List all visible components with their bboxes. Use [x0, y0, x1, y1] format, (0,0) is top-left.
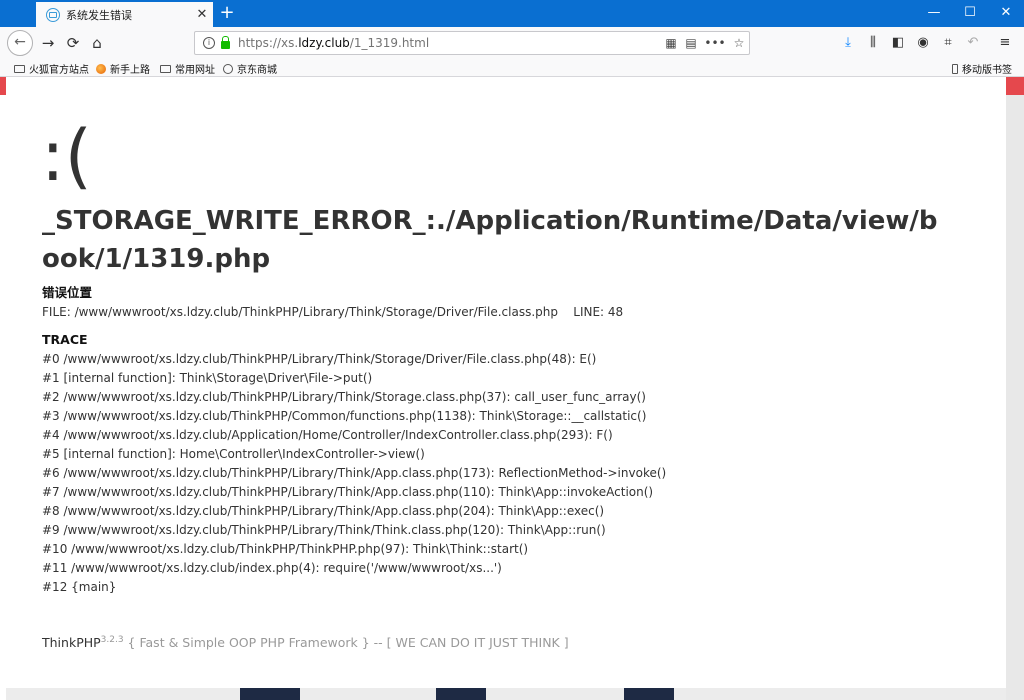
- info-icon[interactable]: i: [203, 37, 215, 49]
- sidebar-icon[interactable]: ◧: [889, 34, 907, 52]
- bookmark-star-icon[interactable]: ☆: [729, 36, 749, 50]
- error-location-section: 错误位置 FILE: /www/wwwroot/xs.ldzy.club/Thi…: [42, 283, 623, 322]
- maximize-button[interactable]: ☐: [952, 0, 988, 27]
- bookmark-item-firefox-official[interactable]: 火狐官方站点: [14, 61, 89, 76]
- account-icon[interactable]: ◉: [914, 34, 932, 52]
- firefox-icon: [96, 63, 106, 74]
- trace-line: #3 /www/wwwroot/xs.ldzy.club/ThinkPHP/Co…: [42, 409, 647, 423]
- trace-line: #1 [internal function]: Think\Storage\Dr…: [42, 371, 373, 385]
- mobile-bookmarks[interactable]: 移动版书签: [952, 61, 1012, 76]
- bookmark-item-getting-started[interactable]: 新手上路: [96, 61, 150, 76]
- thinkphp-link[interactable]: ThinkPHP: [42, 635, 101, 650]
- background-window-strip: [6, 688, 1006, 700]
- qr-code-icon[interactable]: ▦: [661, 36, 681, 50]
- trace-line: #2 /www/wwwroot/xs.ldzy.club/ThinkPHP/Li…: [42, 390, 646, 404]
- globe-icon: [223, 63, 233, 74]
- minimize-button[interactable]: —: [916, 0, 952, 27]
- library-icon[interactable]: ⫼: [864, 34, 882, 52]
- bookmark-item-common-sites[interactable]: 常用网址: [160, 61, 215, 76]
- page-content: :( _STORAGE_WRITE_ERROR_:./Application/R…: [6, 77, 1006, 688]
- trace-line: #5 [internal function]: Home\Controller\…: [42, 447, 425, 461]
- background-tile: [624, 688, 674, 700]
- mobile-icon: [952, 63, 958, 74]
- download-icon[interactable]: ⤓: [839, 34, 857, 52]
- close-window-button[interactable]: ✕: [988, 0, 1024, 27]
- folder-icon: [14, 64, 25, 73]
- file-line: FILE: /www/wwwroot/xs.ldzy.club/ThinkPHP…: [42, 305, 624, 319]
- sad-face: :(: [41, 115, 92, 197]
- bookmark-item-jd[interactable]: 京东商城: [223, 61, 277, 76]
- lock-icon: [221, 35, 230, 49]
- navigation-toolbar: ← → ⟳ ⌂ i https://xs.ldzy.club/1_1319.ht…: [0, 27, 1024, 59]
- tab-close-icon[interactable]: ✕: [191, 7, 213, 22]
- trace-line: #8 /www/wwwroot/xs.ldzy.club/ThinkPHP/Li…: [42, 504, 605, 518]
- trace-heading: TRACE: [42, 332, 88, 347]
- page-actions-icon[interactable]: •••: [701, 36, 729, 50]
- forward-button[interactable]: →: [36, 31, 60, 55]
- menu-icon[interactable]: ≡: [996, 34, 1014, 52]
- right-edge-accent: [1006, 77, 1024, 95]
- trace-line: #9 /www/wwwroot/xs.ldzy.club/ThinkPHP/Li…: [42, 523, 606, 537]
- tab-title: 系统发生错误: [66, 8, 132, 22]
- url-text[interactable]: https://xs.ldzy.club/1_1319.html: [238, 36, 661, 50]
- location-heading: 错误位置: [42, 285, 93, 300]
- url-bar[interactable]: i https://xs.ldzy.club/1_1319.html ▦ ▤ •…: [194, 31, 750, 55]
- tab-active[interactable]: 系统发生错误 ✕: [36, 2, 213, 27]
- site-favicon-icon: [46, 7, 60, 22]
- trace-section: TRACE #0 /www/wwwroot/xs.ldzy.club/Think…: [42, 330, 666, 597]
- trace-line: #6 /www/wwwroot/xs.ldzy.club/ThinkPHP/Li…: [42, 466, 667, 480]
- background-tile: [240, 688, 300, 700]
- reload-button[interactable]: ⟳: [61, 31, 85, 55]
- trace-line: #12 {main}: [42, 580, 117, 594]
- title-bar: 系统发生错误 ✕ + — ☐ ✕: [0, 0, 1024, 27]
- undo-icon[interactable]: ↶: [964, 34, 982, 52]
- trace-line: #11 /www/wwwroot/xs.ldzy.club/index.php(…: [42, 561, 502, 575]
- right-edge: [1006, 77, 1024, 700]
- trace-line: #7 /www/wwwroot/xs.ldzy.club/ThinkPHP/Li…: [42, 485, 654, 499]
- trace-line: #10 /www/wwwroot/xs.ldzy.club/ThinkPHP/T…: [42, 542, 529, 556]
- trace-line: #4 /www/wwwroot/xs.ldzy.club/Application…: [42, 428, 613, 442]
- error-title: _STORAGE_WRITE_ERROR_:./Application/Runt…: [42, 206, 938, 274]
- back-button[interactable]: ←: [7, 30, 33, 56]
- bookmarks-bar: 火狐官方站点 新手上路 常用网址 京东商城 移动版书签: [0, 59, 1024, 77]
- version-label: 3.2.3: [100, 635, 124, 645]
- slogan-text: { Fast & Simple OOP PHP Framework } -- […: [123, 635, 569, 651]
- folder-icon: [160, 64, 171, 73]
- framework-footer: ThinkPHP3.2.3 { Fast & Simple OOP PHP Fr…: [42, 635, 569, 650]
- screenshot-icon[interactable]: ⌗: [939, 34, 957, 52]
- trace-line: #0 /www/wwwroot/xs.ldzy.club/ThinkPHP/Li…: [42, 352, 597, 366]
- new-tab-button[interactable]: +: [216, 3, 238, 25]
- background-tile: [436, 688, 486, 700]
- home-button[interactable]: ⌂: [85, 31, 109, 55]
- reader-view-icon[interactable]: ▤: [681, 36, 701, 50]
